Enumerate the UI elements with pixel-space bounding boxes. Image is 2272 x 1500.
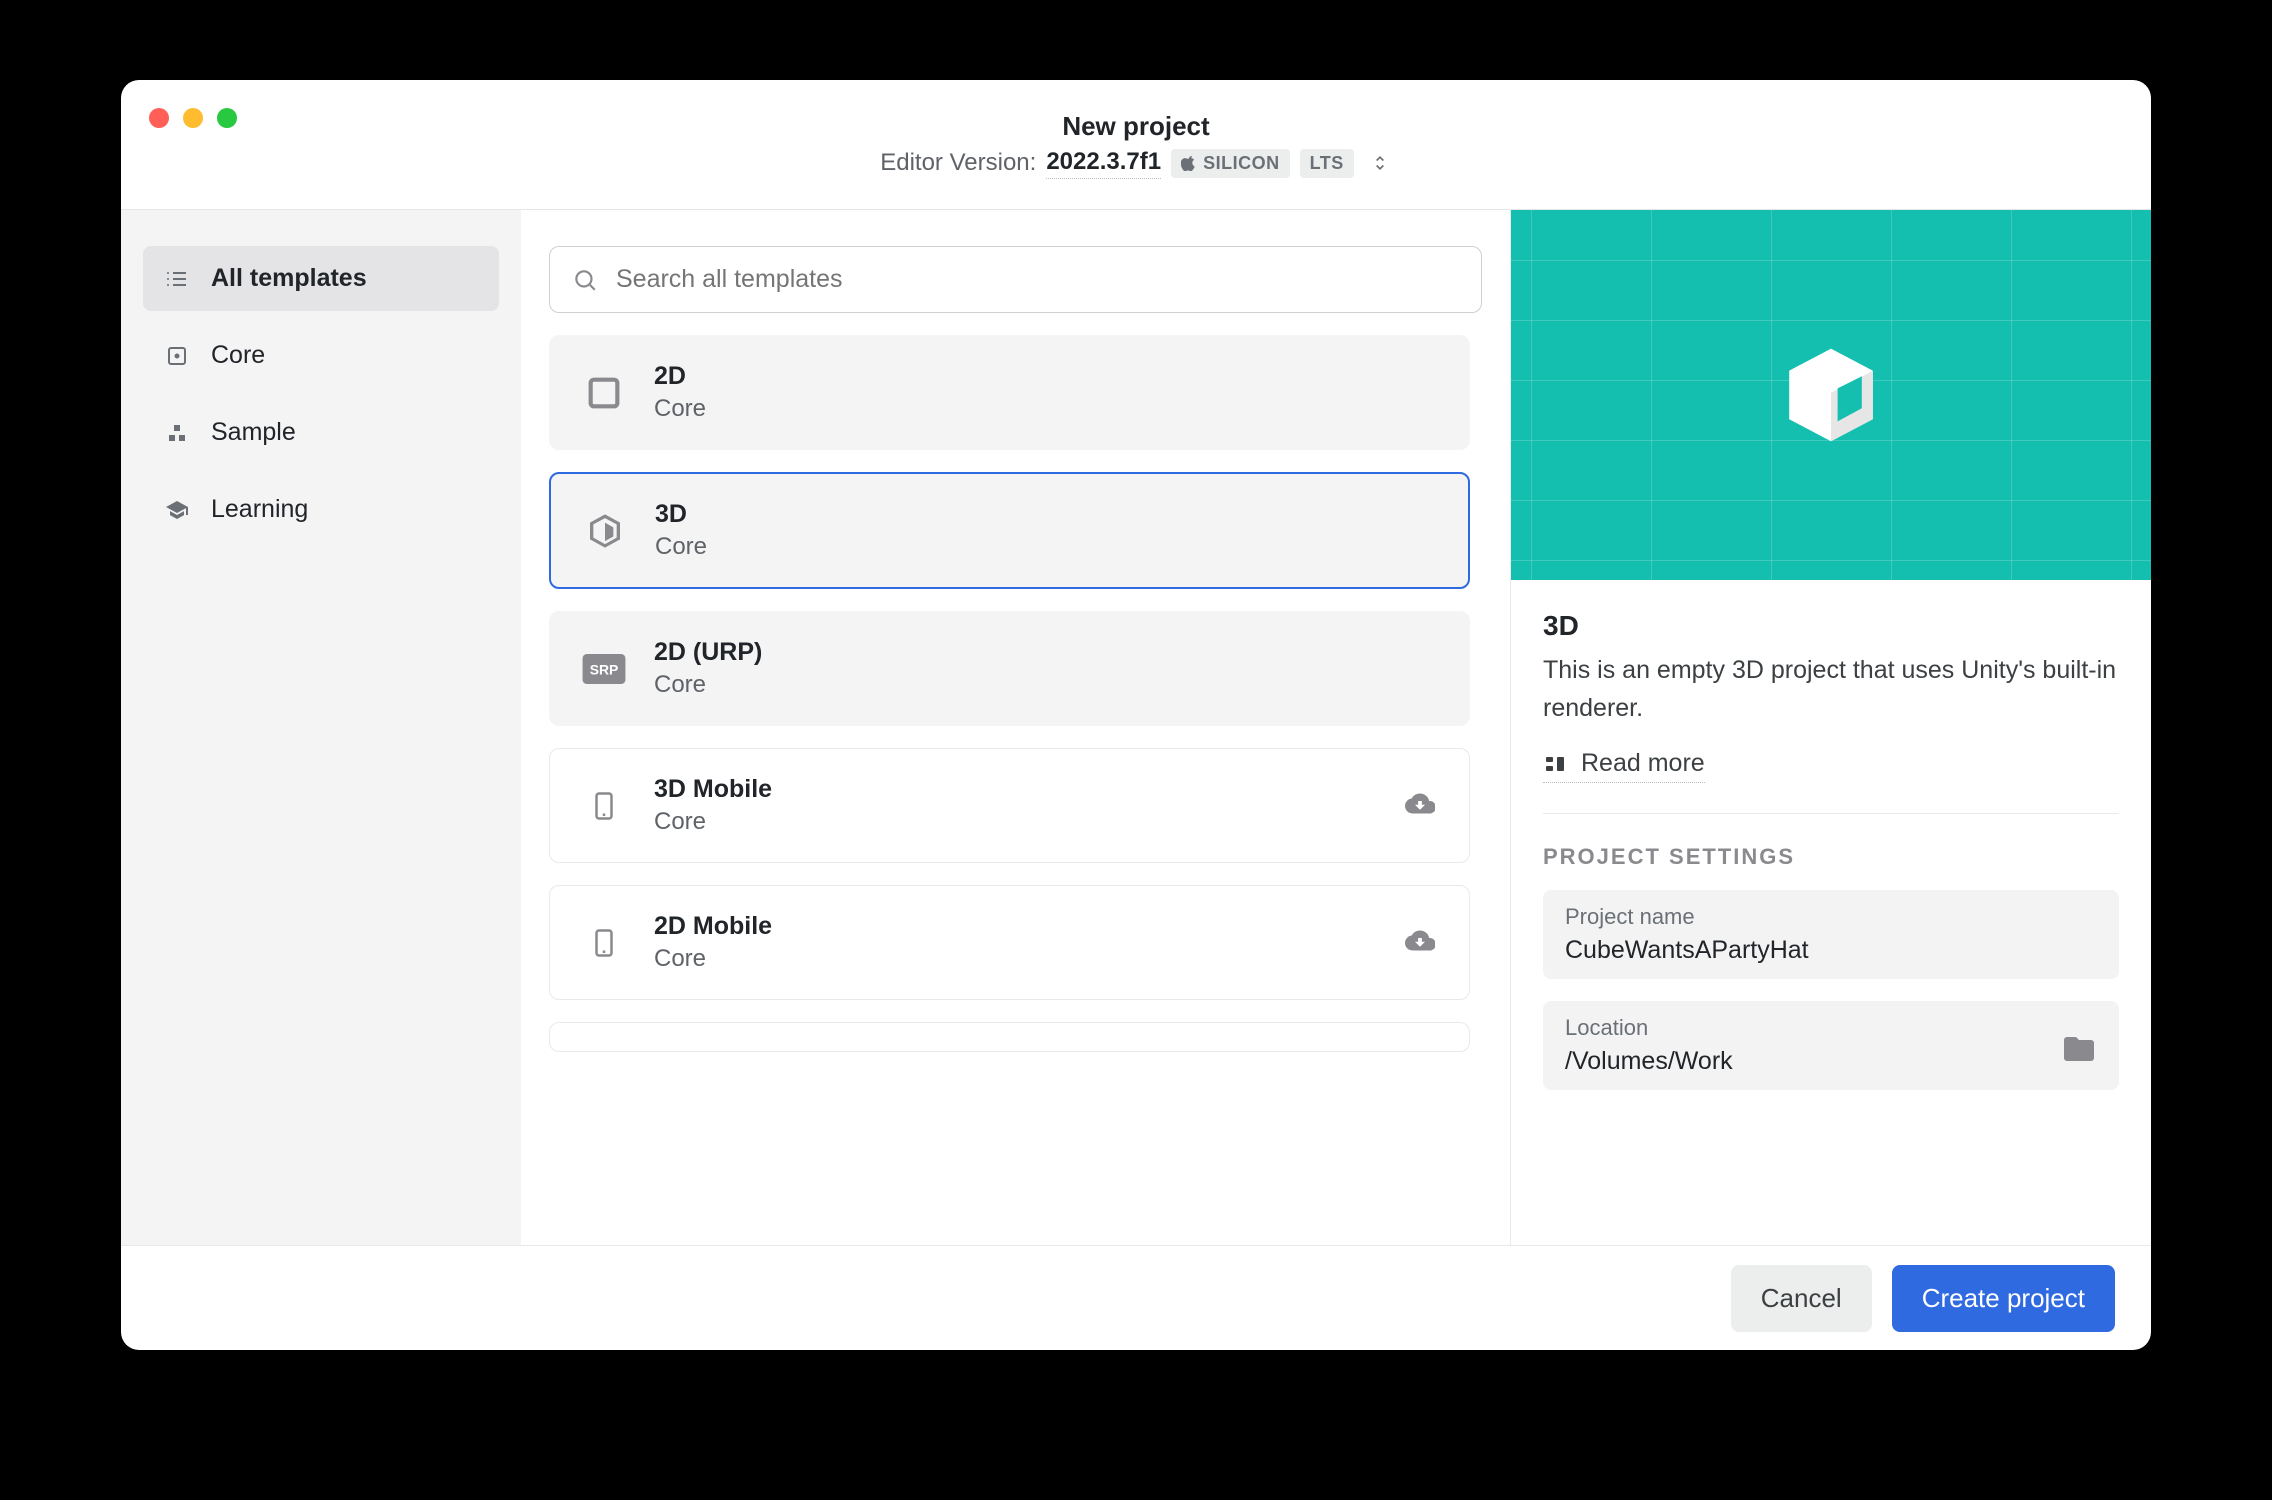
detail-description: This is an empty 3D project that uses Un…: [1543, 652, 2119, 727]
phone-icon: [582, 921, 626, 965]
square-icon: [582, 371, 626, 415]
blocks-icon: [165, 421, 189, 445]
maximize-window-icon[interactable]: [217, 108, 237, 128]
divider: [1543, 813, 2119, 814]
square-dot-icon: [165, 344, 189, 368]
template-category: Core: [654, 945, 772, 973]
editor-version-row: Editor Version: 2022.3.7f1 SILICON LTS: [880, 148, 1392, 179]
template-name: 2D: [654, 362, 706, 391]
project-settings: Project name CubeWantsAPartyHat Location…: [1511, 870, 2151, 1110]
download-icon[interactable]: [1405, 925, 1435, 960]
template-panel: 2D Core 3D Core SRP: [521, 210, 1511, 1245]
list-icon: [165, 267, 189, 291]
project-name-field[interactable]: Project name CubeWantsAPartyHat: [1543, 890, 2119, 979]
template-2d-urp[interactable]: SRP 2D (URP) Core: [549, 611, 1470, 726]
sidebar-item-core[interactable]: Core: [143, 323, 499, 388]
field-value: /Volumes/Work: [1565, 1047, 1733, 1076]
apple-icon: [1181, 155, 1197, 171]
detail-title: 3D: [1543, 610, 2119, 642]
sidebar-item-learning[interactable]: Learning: [143, 477, 499, 542]
preview-image: [1511, 210, 2151, 580]
template-category: Core: [654, 671, 762, 699]
titlebar: New project Editor Version: 2022.3.7f1 S…: [121, 80, 2151, 210]
template-category: Core: [654, 808, 772, 836]
field-label: Project name: [1565, 904, 1809, 930]
svg-text:SRP: SRP: [590, 661, 619, 677]
create-project-button[interactable]: Create project: [1892, 1265, 2115, 1332]
sidebar-item-label: Core: [211, 341, 265, 370]
template-name: 2D Mobile: [654, 912, 772, 941]
download-icon[interactable]: [1405, 788, 1435, 823]
window-title: New project: [1062, 111, 1209, 142]
body: All templates Core Sample Learning: [121, 210, 2151, 1245]
window-controls: [149, 108, 237, 128]
sidebar: All templates Core Sample Learning: [121, 210, 521, 1245]
template-list: 2D Core 3D Core SRP: [549, 335, 1482, 1052]
app-window: New project Editor Version: 2022.3.7f1 S…: [121, 80, 2151, 1350]
template-details: 3D This is an empty 3D project that uses…: [1511, 580, 2151, 844]
details-panel: 3D This is an empty 3D project that uses…: [1511, 210, 2151, 1245]
template-3d-mobile[interactable]: 3D Mobile Core: [549, 748, 1470, 863]
template-name: 3D Mobile: [654, 775, 772, 804]
sidebar-item-label: Learning: [211, 495, 308, 524]
sidebar-item-sample[interactable]: Sample: [143, 400, 499, 465]
search-bar[interactable]: [549, 246, 1482, 313]
phone-icon: [582, 784, 626, 828]
search-icon: [572, 267, 598, 293]
folder-icon[interactable]: [2061, 1031, 2097, 1061]
template-2d-mobile[interactable]: 2D Mobile Core: [549, 885, 1470, 1000]
minimize-window-icon[interactable]: [183, 108, 203, 128]
field-label: Location: [1565, 1015, 1733, 1041]
section-title: PROJECT SETTINGS: [1543, 844, 2119, 870]
location-field[interactable]: Location /Volumes/Work: [1543, 1001, 2119, 1090]
read-more-link[interactable]: Read more: [1543, 749, 1705, 783]
template-name: 2D (URP): [654, 638, 762, 667]
footer: Cancel Create project: [121, 1245, 2151, 1350]
template-category: Core: [654, 395, 706, 423]
cube-preview-icon: [1776, 340, 1886, 450]
close-window-icon[interactable]: [149, 108, 169, 128]
graduation-icon: [165, 498, 189, 522]
search-input[interactable]: [616, 265, 1459, 294]
article-icon: [1543, 752, 1567, 776]
sidebar-item-label: All templates: [211, 264, 367, 293]
template-name: 3D: [655, 500, 707, 529]
template-3d[interactable]: 3D Core: [549, 472, 1470, 589]
template-category: Core: [655, 533, 707, 561]
srp-icon: SRP: [582, 647, 626, 691]
field-value: CubeWantsAPartyHat: [1565, 936, 1809, 965]
version-selector-icon[interactable]: [1370, 153, 1392, 173]
editor-version-label: Editor Version:: [880, 149, 1036, 177]
template-row-peek[interactable]: [549, 1022, 1470, 1052]
cancel-button[interactable]: Cancel: [1731, 1265, 1872, 1332]
lts-badge: LTS: [1300, 149, 1354, 178]
cube-icon: [583, 509, 627, 553]
editor-version-value[interactable]: 2022.3.7f1: [1046, 148, 1161, 179]
sidebar-item-label: Sample: [211, 418, 296, 447]
sidebar-item-all-templates[interactable]: All templates: [143, 246, 499, 311]
arch-badge: SILICON: [1171, 149, 1290, 178]
template-2d[interactable]: 2D Core: [549, 335, 1470, 450]
